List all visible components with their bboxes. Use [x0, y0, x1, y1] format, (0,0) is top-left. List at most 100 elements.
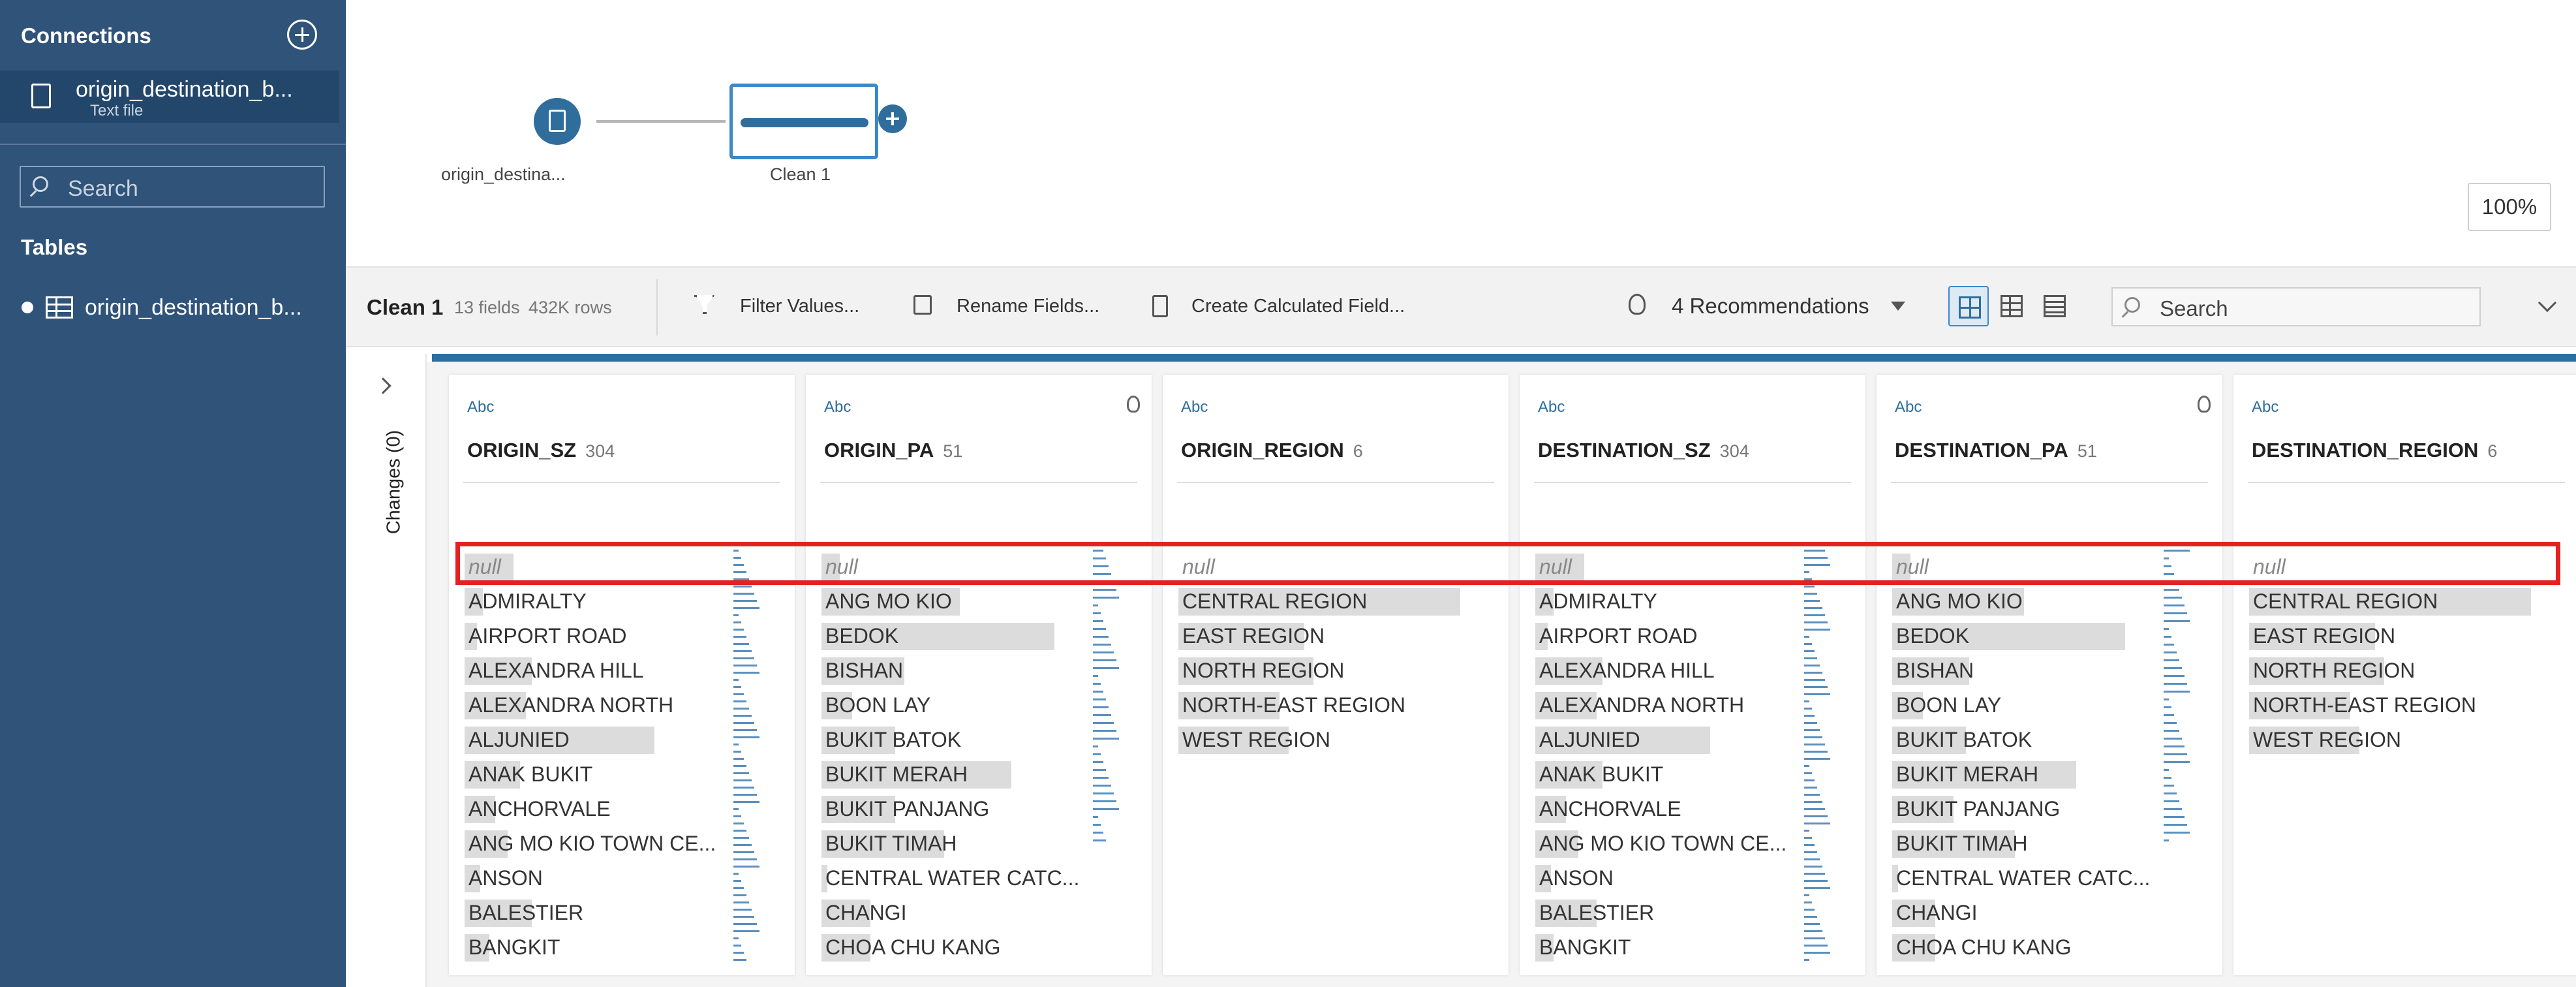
data-type-label[interactable]: Abc [1538, 398, 1565, 416]
calculation-icon [1152, 295, 1168, 317]
value-row[interactable]: WEST REGION [1178, 724, 1505, 759]
recommendation-lightbulb-icon[interactable] [1127, 396, 1140, 413]
overview-tick [733, 665, 757, 666]
caret-down-icon[interactable] [1891, 302, 1905, 311]
field-card[interactable]: Abc ORIGIN_SZ 304 null ADMIRALTY AIRPORT ROAD… [449, 375, 795, 975]
overview-tick [2164, 604, 2185, 606]
overview-tick [733, 614, 739, 616]
field-name[interactable]: ORIGIN_SZ 304 [467, 439, 615, 462]
value-label: AIRPORT ROAD [468, 624, 627, 648]
overview-tick [733, 629, 744, 631]
value-row[interactable]: NORTH-EAST REGION [1178, 689, 1505, 724]
field-card[interactable]: Abc DESTINATION_REGION 6 null CENTRAL REGION… [2233, 375, 2576, 975]
create-calculated-field-label: Create Calculated Field... [1191, 296, 1405, 317]
value-label: CHOA CHU KANG [825, 935, 1001, 959]
overview-tick [733, 887, 744, 889]
create-calculated-field-button[interactable]: Create Calculated Field... [1152, 286, 1405, 326]
table-search-input[interactable]: Search [20, 166, 325, 208]
input-step-node[interactable] [534, 98, 581, 145]
overview-tick [1093, 730, 1116, 732]
table-item[interactable]: origin_destination_b... [0, 287, 346, 329]
field-search-input[interactable]: Search [2111, 287, 2481, 326]
overview-tick [2164, 612, 2187, 614]
value-label: EAST REGION [2253, 624, 2396, 648]
clean-step-node[interactable] [729, 84, 878, 159]
field-name[interactable]: DESTINATION_REGION 6 [2252, 439, 2497, 462]
value-scroll-overview[interactable] [1804, 550, 1835, 967]
overview-tick [733, 722, 754, 724]
field-header-divider [2248, 482, 2565, 483]
data-type-label[interactable]: Abc [1181, 398, 1208, 416]
value-row[interactable]: NORTH REGION [1178, 655, 1505, 689]
overview-tick [2164, 777, 2171, 779]
overview-tick [2164, 761, 2190, 763]
value-scroll-overview[interactable] [733, 550, 765, 967]
overview-tick [1804, 657, 1817, 659]
changes-panel[interactable]: Changes (0) [352, 354, 427, 987]
field-name-text: ORIGIN_PA [824, 439, 934, 462]
value-row[interactable]: CENTRAL REGION [2249, 586, 2575, 620]
overview-tick [1093, 816, 1098, 818]
overview-tick [1804, 744, 1825, 745]
value-row[interactable]: NORTH-EAST REGION [2249, 689, 2575, 724]
filter-values-button[interactable]: Filter Values... [694, 286, 859, 326]
value-label: ANAK BUKIT [468, 762, 593, 786]
zoom-level[interactable]: 100% [2468, 183, 2551, 231]
value-row[interactable]: EAST REGION [2249, 620, 2575, 655]
value-scroll-overview[interactable] [2164, 550, 2195, 967]
overview-tick [733, 787, 754, 789]
table-name: origin_destination_b... [85, 295, 302, 320]
overview-tick [733, 923, 757, 925]
overview-tick [1093, 589, 1116, 591]
field-card[interactable]: Abc DESTINATION_SZ 304 null ADMIRALTY AIRPORT… [1520, 375, 1865, 975]
overview-tick [733, 650, 752, 652]
field-card[interactable]: Abc DESTINATION_PA 51 null ANG MO KIO BEDOK BI… [1877, 375, 2222, 975]
rename-fields-label: Rename Fields... [957, 296, 1100, 317]
list-view-button[interactable] [2034, 286, 2075, 326]
overview-tick [1093, 777, 1109, 779]
chevron-right-icon[interactable] [375, 377, 391, 394]
value-row[interactable]: EAST REGION [1178, 620, 1505, 655]
field-name[interactable]: DESTINATION_PA 51 [1895, 439, 2097, 462]
flow-connector-line [596, 120, 726, 123]
value-row[interactable]: CENTRAL REGION [1178, 586, 1505, 620]
field-name[interactable]: ORIGIN_REGION 6 [1181, 439, 1363, 462]
overview-tick [733, 873, 739, 875]
data-type-label[interactable]: Abc [824, 398, 851, 416]
data-type-label[interactable]: Abc [1895, 398, 1922, 416]
value-row[interactable]: WEST REGION [2249, 724, 2575, 759]
overview-tick [1093, 761, 1103, 763]
chevron-down-icon[interactable] [2538, 293, 2557, 313]
add-connection-icon[interactable] [287, 20, 317, 50]
value-scroll-overview[interactable] [1093, 550, 1124, 967]
value-label: ANG MO KIO TOWN CE... [468, 832, 716, 855]
value-row[interactable]: NORTH REGION [2249, 655, 2575, 689]
overview-tick [2164, 839, 2169, 841]
data-grid-view-button[interactable] [1991, 286, 2032, 326]
value-label: BOON LAY [1896, 693, 2002, 717]
value-label: AIRPORT ROAD [1539, 624, 1698, 648]
overview-tick [733, 700, 746, 702]
field-name[interactable]: DESTINATION_SZ 304 [1538, 439, 1749, 462]
connection-item[interactable]: origin_destination_b... Text file [0, 70, 339, 123]
data-type-label[interactable]: Abc [2252, 398, 2278, 416]
add-step-icon[interactable] [878, 104, 907, 133]
overview-tick [1804, 916, 1817, 918]
tables-heading: Tables [21, 235, 88, 259]
recommendation-lightbulb-icon[interactable] [2198, 396, 2211, 413]
field-card[interactable]: Abc ORIGIN_REGION 6 null CENTRAL REGION EAST … [1163, 375, 1509, 975]
field-name[interactable]: ORIGIN_PA 51 [824, 439, 962, 462]
profile-view-button[interactable] [1948, 286, 1989, 326]
overview-tick [2164, 620, 2190, 622]
rename-fields-button[interactable]: Rename Fields... [913, 286, 1099, 326]
value-label: BUKIT BATOK [825, 728, 962, 751]
overview-tick [733, 672, 759, 674]
data-type-label[interactable]: Abc [467, 398, 494, 416]
overview-tick [733, 858, 757, 860]
recommendations-button[interactable]: 4 Recommendations [1629, 286, 1869, 326]
field-card[interactable]: Abc ORIGIN_PA 51 null ANG MO KIO BEDOK BISHAN B… [806, 375, 1152, 975]
overview-tick [2164, 824, 2187, 826]
value-label: CENTRAL WATER CATC... [825, 866, 1080, 890]
search-icon [33, 176, 48, 192]
overview-tick [1804, 758, 1830, 760]
